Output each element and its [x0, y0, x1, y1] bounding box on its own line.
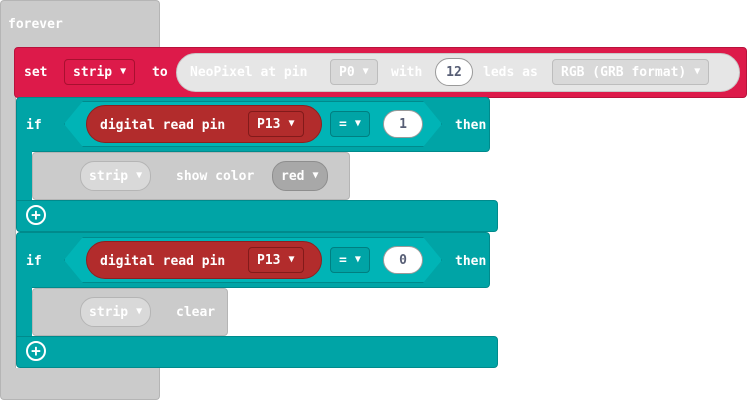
- if-label: if: [26, 254, 42, 269]
- chevron-down-icon: ▼: [120, 66, 127, 77]
- operator-dropdown[interactable]: = ▼: [330, 111, 370, 137]
- forever-label: forever: [8, 17, 63, 32]
- pin-dropdown[interactable]: P0 ▼: [330, 59, 378, 85]
- compare-value-input[interactable]: 1: [383, 110, 423, 138]
- chevron-down-icon: ▼: [312, 170, 319, 181]
- neopixel-label: NeoPixel at pin: [190, 65, 308, 80]
- show-color-label: show color: [176, 169, 255, 184]
- leds-count-input[interactable]: 12: [435, 58, 473, 86]
- color-value: red: [281, 168, 305, 184]
- operator-dropdown[interactable]: = ▼: [330, 247, 370, 273]
- variable-name: strip: [73, 64, 113, 80]
- chevron-down-icon: ▼: [354, 254, 361, 265]
- then-label: then: [455, 254, 487, 269]
- variable-name: strip: [89, 304, 129, 320]
- clear-label: clear: [176, 305, 216, 320]
- plus-icon[interactable]: +: [26, 205, 46, 225]
- compare-value-input[interactable]: 0: [383, 246, 423, 274]
- plus-icon[interactable]: +: [26, 341, 46, 361]
- set-label: set: [24, 65, 48, 80]
- chevron-down-icon: ▼: [354, 118, 361, 129]
- compare-value: 0: [399, 252, 407, 268]
- pin-value: P13: [257, 252, 281, 268]
- color-dropdown[interactable]: red ▼: [272, 161, 328, 191]
- chevron-down-icon: ▼: [136, 170, 143, 181]
- pin-value: P13: [257, 116, 281, 132]
- chevron-down-icon: ▼: [288, 254, 295, 265]
- variable-dropdown[interactable]: strip ▼: [64, 59, 136, 85]
- operator-value: =: [339, 116, 347, 132]
- if-block-1-footer: [16, 200, 498, 232]
- with-label: with: [391, 65, 423, 80]
- pin-dropdown[interactable]: P13 ▼: [248, 247, 304, 273]
- digital-read-label: digital read pin: [100, 118, 226, 133]
- digital-read-label: digital read pin: [100, 254, 226, 269]
- operator-value: =: [339, 252, 347, 268]
- pin-dropdown[interactable]: P13 ▼: [248, 111, 304, 137]
- chevron-down-icon: ▼: [362, 66, 369, 77]
- chevron-down-icon: ▼: [136, 306, 143, 317]
- pin-value: P0: [339, 64, 355, 80]
- forever-block-bottom: [0, 368, 160, 400]
- chevron-down-icon: ▼: [694, 66, 701, 77]
- if-block-2-side: [16, 287, 32, 338]
- then-label: then: [455, 118, 487, 133]
- format-dropdown[interactable]: RGB (GRB format) ▼: [552, 59, 710, 85]
- leds-count-value: 12: [446, 64, 462, 80]
- chevron-down-icon: ▼: [288, 118, 295, 129]
- strip-variable-dropdown[interactable]: strip ▼: [80, 297, 152, 327]
- variable-name: strip: [89, 168, 129, 184]
- if-label: if: [26, 118, 42, 133]
- strip-variable-dropdown[interactable]: strip ▼: [80, 161, 152, 191]
- compare-value: 1: [399, 116, 407, 132]
- leds-as-label: leds as: [483, 65, 538, 80]
- to-label: to: [152, 65, 168, 80]
- if-block-1-side: [16, 151, 32, 202]
- format-value: RGB (GRB format): [561, 64, 687, 80]
- forever-block-spine: [0, 48, 16, 370]
- if-block-2-footer: [16, 336, 498, 368]
